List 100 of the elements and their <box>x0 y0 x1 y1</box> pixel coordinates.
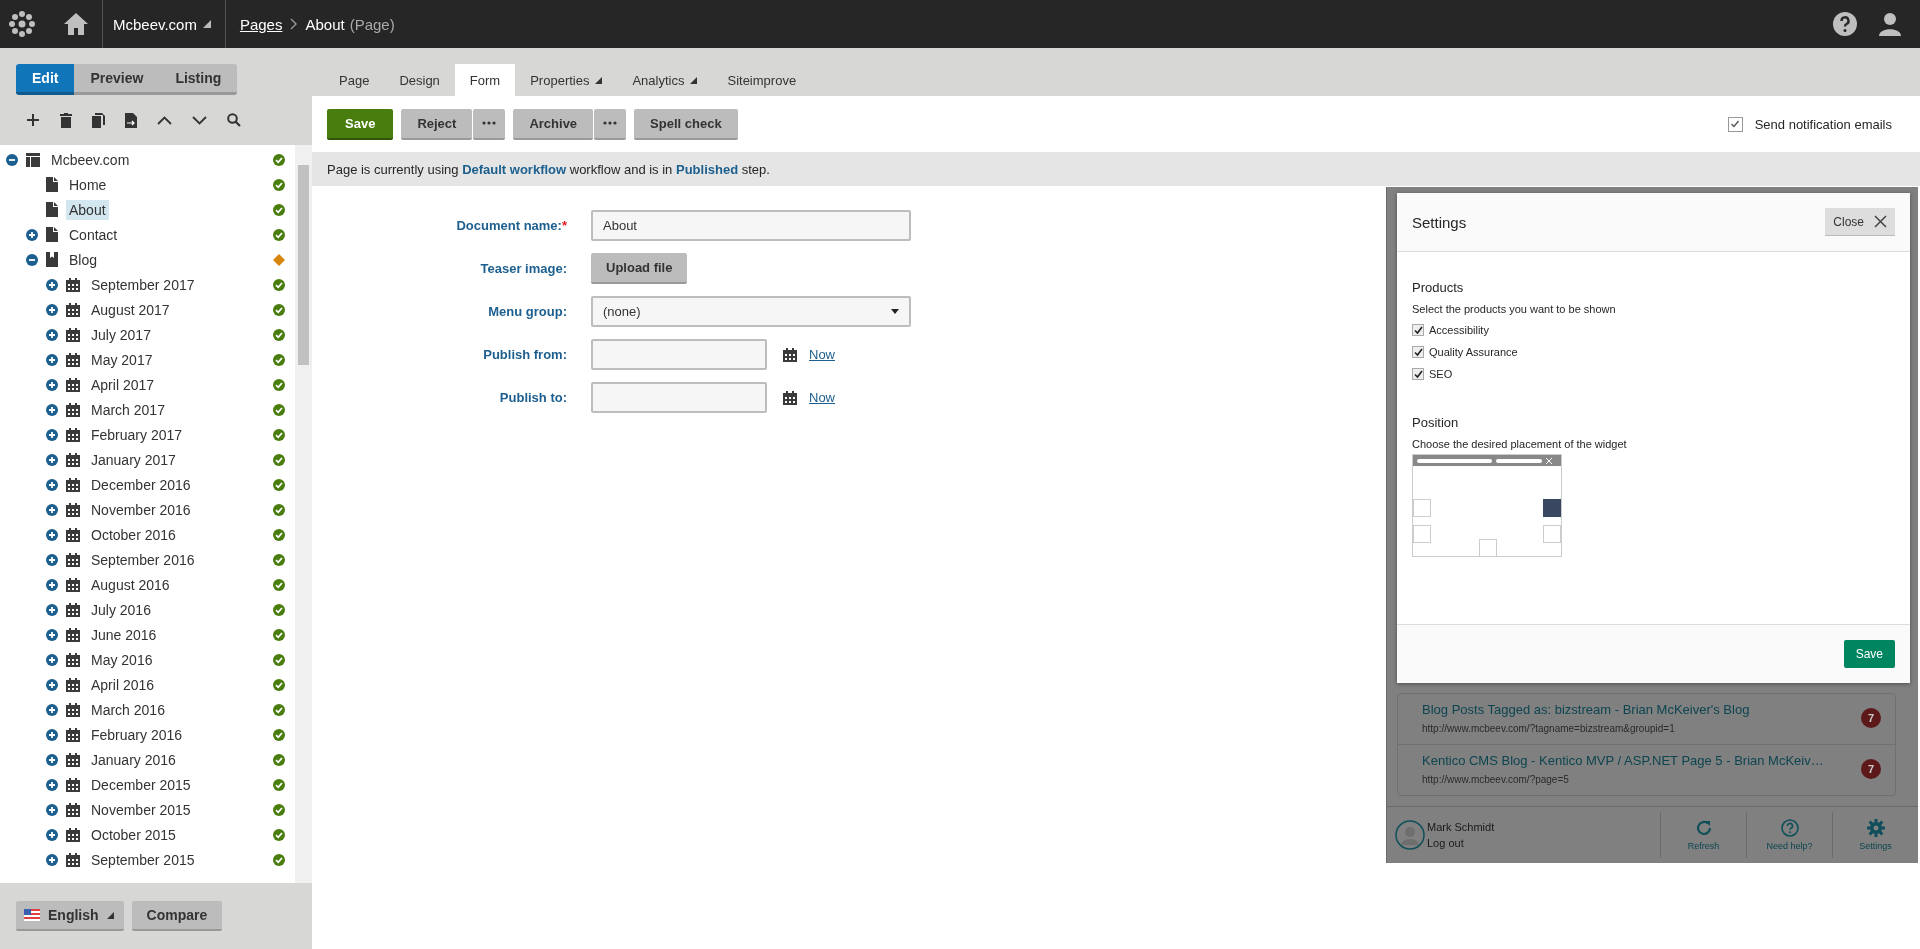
expand-icon[interactable] <box>46 428 58 441</box>
expand-icon[interactable] <box>46 703 58 716</box>
expand-icon[interactable] <box>46 578 58 591</box>
expand-icon[interactable] <box>46 728 58 741</box>
expand-icon[interactable] <box>46 328 58 341</box>
tree-item[interactable]: May 2017 <box>88 349 156 370</box>
expand-icon[interactable] <box>46 828 58 841</box>
tree-item[interactable]: July 2016 <box>88 599 154 620</box>
tab[interactable]: Form <box>454 64 516 96</box>
save-button[interactable]: Save <box>1843 640 1895 668</box>
search-icon[interactable] <box>227 113 241 127</box>
logout-link[interactable]: Log out <box>1427 837 1495 849</box>
expand-icon[interactable] <box>46 603 58 616</box>
close-button[interactable]: Close <box>1825 208 1895 236</box>
tree-item[interactable]: January 2016 <box>88 749 179 770</box>
tree-item[interactable]: October 2015 <box>88 824 179 845</box>
tree-item[interactable]: March 2017 <box>88 399 168 420</box>
input-field[interactable]: About <box>591 210 911 241</box>
expand-icon[interactable] <box>46 778 58 791</box>
tree-item[interactable]: August 2016 <box>88 574 173 595</box>
expand-icon[interactable] <box>26 228 38 241</box>
expand-icon[interactable] <box>46 653 58 666</box>
collapse-icon[interactable] <box>26 253 38 266</box>
now-link[interactable]: Now <box>809 347 835 362</box>
home-icon[interactable] <box>62 11 90 37</box>
expand-icon[interactable] <box>46 478 58 491</box>
expand-icon[interactable] <box>46 303 58 316</box>
tree-item[interactable]: December 2016 <box>88 474 194 495</box>
compare-button[interactable]: Compare <box>131 901 223 931</box>
expand-icon[interactable] <box>46 803 58 816</box>
tree-item[interactable]: November 2015 <box>88 799 194 820</box>
tab[interactable]: Analytics <box>617 64 713 96</box>
mode-tab[interactable]: Listing <box>159 64 238 95</box>
tree-item[interactable]: March 2016 <box>88 699 168 720</box>
tree-item[interactable]: October 2016 <box>88 524 179 545</box>
expand-icon[interactable] <box>46 503 58 516</box>
now-link[interactable]: Now <box>809 390 835 405</box>
tree-item[interactable]: About <box>66 199 109 220</box>
checkbox[interactable] <box>1412 324 1424 336</box>
upload-button[interactable]: Upload file <box>591 253 688 284</box>
mode-tab[interactable]: Preview <box>74 64 160 95</box>
logo-icon[interactable] <box>8 10 36 38</box>
toolbar-button[interactable]: Spell check <box>634 108 738 140</box>
calendar-icon[interactable] <box>783 390 797 405</box>
tree-item[interactable]: Home <box>66 174 110 195</box>
tab[interactable]: Properties <box>515 64 618 96</box>
date-field[interactable] <box>591 339 767 370</box>
tree-item[interactable]: Contact <box>66 224 121 245</box>
site-selector[interactable]: Mcbeev.com <box>103 15 225 33</box>
chevron-down-icon[interactable] <box>192 115 207 125</box>
language-selector[interactable]: English <box>16 901 124 931</box>
scrollbar[interactable] <box>295 145 312 883</box>
expand-icon[interactable] <box>46 403 58 416</box>
tab[interactable]: Page <box>324 64 385 96</box>
expand-icon[interactable] <box>46 528 58 541</box>
tree-item[interactable]: April 2017 <box>88 374 158 395</box>
expand-icon[interactable] <box>46 753 58 766</box>
chevron-up-icon[interactable] <box>157 115 172 125</box>
dropdown[interactable]: (none) <box>591 296 911 327</box>
collapse-icon[interactable] <box>6 153 18 166</box>
toolbar-button[interactable]: Reject <box>401 108 473 140</box>
tree-item[interactable]: July 2017 <box>88 324 154 345</box>
help-icon[interactable] <box>1832 11 1858 37</box>
tree-item[interactable]: Blog <box>66 249 101 270</box>
tree-item[interactable]: September 2017 <box>88 274 198 295</box>
save-button[interactable]: Save <box>327 108 394 140</box>
document-arrow-icon[interactable] <box>125 112 137 128</box>
more-button[interactable] <box>594 108 627 140</box>
expand-icon[interactable] <box>46 628 58 641</box>
expand-icon[interactable] <box>46 678 58 691</box>
expand-icon[interactable] <box>46 453 58 466</box>
tab[interactable]: Design <box>384 64 455 96</box>
tree-item[interactable]: January 2017 <box>88 449 179 470</box>
copy-icon[interactable] <box>92 112 105 128</box>
expand-icon[interactable] <box>46 353 58 366</box>
mode-tab[interactable]: Edit <box>16 64 75 95</box>
tree-item[interactable]: February 2016 <box>88 724 186 745</box>
tree-item[interactable]: May 2016 <box>88 649 156 670</box>
expand-icon[interactable] <box>46 853 58 866</box>
tree-item[interactable]: December 2015 <box>88 774 194 795</box>
tree-item[interactable]: June 2016 <box>88 624 160 645</box>
toolbar-button[interactable]: Archive <box>513 108 594 140</box>
plus-icon[interactable] <box>26 113 40 127</box>
tab[interactable]: Siteimprove <box>712 64 812 96</box>
tree-item[interactable]: November 2016 <box>88 499 194 520</box>
tree-item[interactable]: September 2016 <box>88 549 198 570</box>
checkbox[interactable] <box>1412 346 1424 358</box>
expand-icon[interactable] <box>46 553 58 566</box>
tree-item[interactable]: February 2017 <box>88 424 186 445</box>
tree-item[interactable]: Mcbeev.com <box>48 149 133 170</box>
more-button[interactable] <box>473 108 506 140</box>
calendar-icon[interactable] <box>783 347 797 362</box>
checkbox[interactable] <box>1412 368 1424 380</box>
tree-item[interactable]: August 2017 <box>88 299 173 320</box>
user-icon[interactable] <box>1878 12 1902 36</box>
trash-icon[interactable] <box>60 112 72 128</box>
expand-icon[interactable] <box>46 278 58 291</box>
tree-item[interactable]: September 2015 <box>88 849 198 870</box>
breadcrumb-link[interactable]: Pages <box>239 15 283 33</box>
tree-item[interactable]: April 2016 <box>88 674 158 695</box>
